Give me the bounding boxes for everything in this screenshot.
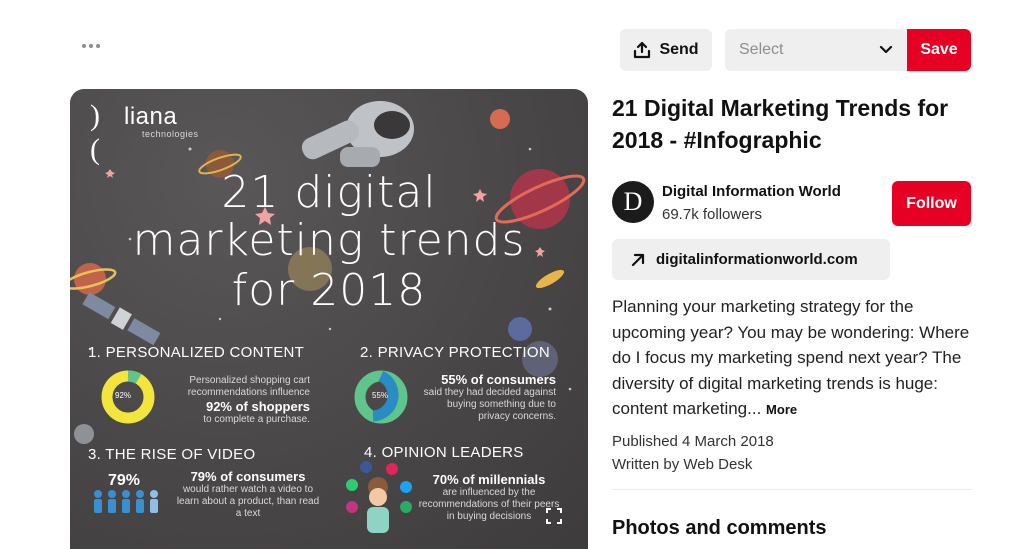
pin-description: Planning your marketing strategy for the… (612, 294, 984, 423)
section-4-title: 4. OPINION LEADERS (364, 444, 524, 461)
section-2-text: 55% of consumers said they had decided a… (416, 372, 556, 423)
chevron-down-icon (879, 45, 893, 54)
send-button[interactable]: Send (620, 29, 712, 71)
section-3-big: 79% of consumers (190, 469, 306, 484)
more-options-icon[interactable] (80, 40, 102, 52)
headline-line-1: 21 digital (221, 167, 437, 218)
video-pct-label: 79% (108, 472, 141, 489)
source-link-label: digitalinformationworld.com (656, 251, 858, 268)
author-name[interactable]: Digital Information World (662, 183, 841, 200)
pin-detail-page: )( liana technologies 21 digital marketi… (0, 0, 1024, 549)
donut-2-label: 55% (372, 391, 389, 400)
brand-mark: )( (90, 99, 100, 166)
section-2-big: 55% of consumers (441, 372, 556, 387)
section-4-post: are influenced by the recommendations of… (418, 487, 560, 522)
section-1-post: to complete a purchase. (203, 414, 310, 425)
section-4-text: 70% of millennials are influenced by the… (418, 472, 560, 523)
brand-name: liana (124, 103, 178, 130)
follow-button[interactable]: Follow (892, 181, 971, 226)
written-by: Written by Web Desk (612, 456, 753, 473)
pin-image[interactable]: )( liana technologies 21 digital marketi… (70, 89, 588, 549)
section-3-text: 79% of consumers would rather watch a vi… (174, 469, 322, 520)
section-3-title: 3. THE RISE OF VIDEO (88, 446, 256, 463)
brand-sub: technologies (142, 129, 199, 139)
section-2-post: said they had decided against buying som… (423, 387, 556, 422)
board-select[interactable]: Select (725, 29, 907, 71)
follower-count: 69.7k followers (662, 206, 763, 223)
source-link-button[interactable]: digitalinformationworld.com (612, 239, 890, 280)
headline-line-3: for 2018 (231, 265, 427, 316)
description-text: Planning your marketing strategy for the… (612, 297, 970, 418)
section-3-post: would rather watch a video to learn abou… (176, 484, 320, 519)
section-1-big: 92% of shoppers (205, 399, 310, 414)
share-upload-icon (634, 41, 651, 59)
section-1-pre: Personalized shopping cart recommendatio… (187, 375, 310, 398)
send-label: Send (659, 41, 699, 58)
section-2-title: 2. PRIVACY PROTECTION (360, 344, 550, 361)
headline-line-2: marketing trends (132, 215, 526, 266)
pin-title: 21 Digital Marketing Trends for 2018 - #… (612, 95, 949, 153)
expand-icon[interactable] (545, 507, 563, 525)
donut-1-label: 92% (115, 391, 132, 400)
section-1-text: Personalized shopping cart recommendatio… (166, 375, 310, 426)
section-1-title: 1. PERSONALIZED CONTENT (88, 344, 305, 361)
photos-comments-heading: Photos and comments (612, 517, 827, 539)
board-select-value: Select (739, 41, 784, 58)
arrow-up-right-icon (631, 253, 645, 266)
save-button[interactable]: Save (907, 29, 971, 71)
more-link[interactable]: More (766, 402, 797, 417)
avatar[interactable]: D (612, 181, 654, 223)
divider (612, 489, 972, 490)
section-4-big: 70% of millennials (432, 472, 546, 487)
published-date: Published 4 March 2018 (612, 433, 774, 450)
